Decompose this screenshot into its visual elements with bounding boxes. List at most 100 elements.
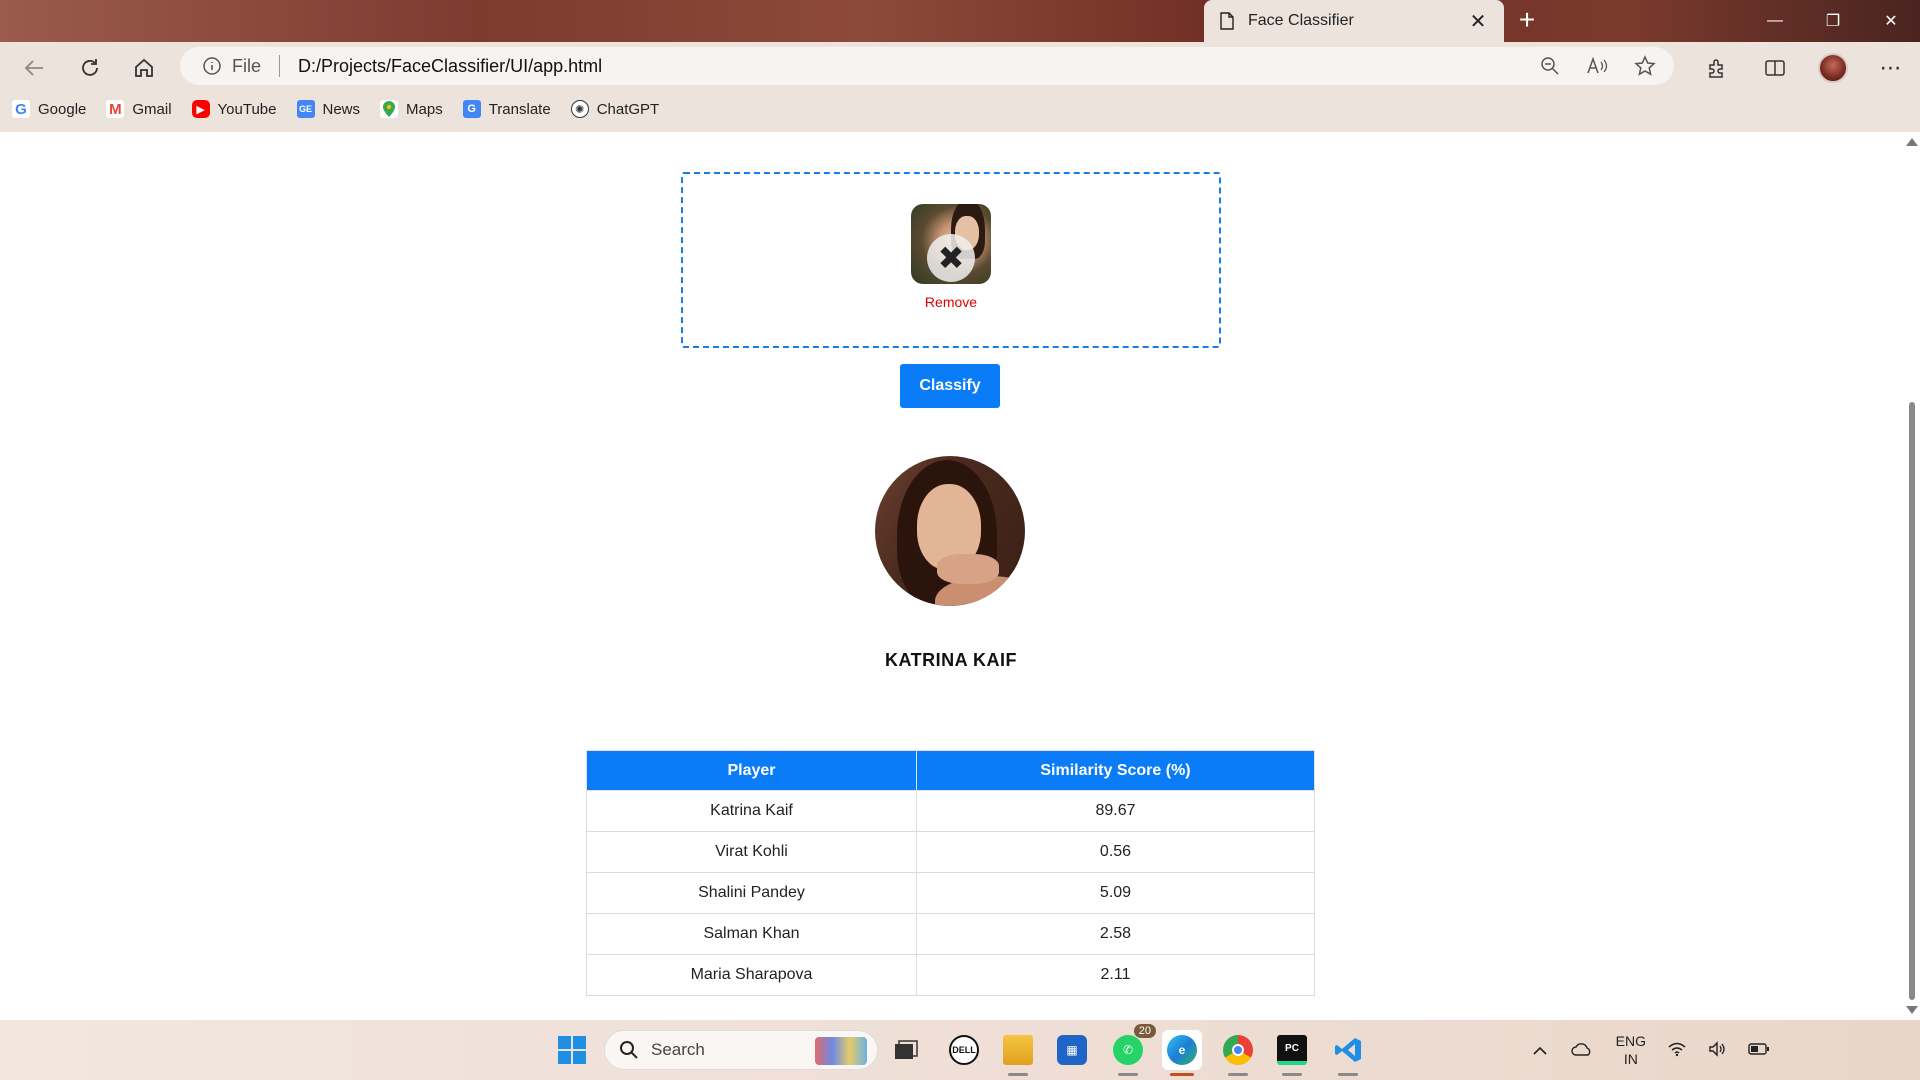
score-cell: 0.56 [916, 831, 1315, 873]
tab-face-classifier[interactable]: Face Classifier ✕ [1204, 0, 1504, 42]
column-header-player: Player [586, 750, 917, 791]
taskbar-search[interactable]: Search [604, 1030, 878, 1070]
browser-toolbar: File D:/Projects/FaceClassifier/UI/app.h… [0, 42, 1920, 132]
active-indicator [1170, 1073, 1194, 1076]
bookmark-label: Translate [488, 100, 551, 118]
bookmark-google[interactable]: G Google [12, 100, 86, 118]
close-window-icon[interactable]: ✕ [1862, 0, 1920, 42]
microsoft-store-icon[interactable]: ▦ [1052, 1030, 1092, 1070]
classify-button[interactable]: Classify [900, 364, 1000, 408]
bookmark-label: YouTube [217, 100, 277, 118]
news-icon: GE [296, 100, 315, 118]
refresh-icon[interactable] [72, 50, 108, 86]
battery-icon[interactable] [1748, 1042, 1770, 1058]
site-info[interactable]: File [202, 56, 261, 77]
result-photo [875, 456, 1025, 606]
close-tab-icon[interactable]: ✕ [1466, 9, 1490, 34]
title-bar: Face Classifier ✕ + — ❐ ✕ [0, 0, 1920, 42]
player-cell: Maria Sharapova [586, 954, 917, 996]
home-icon[interactable] [126, 50, 162, 86]
chatgpt-icon: ✺ [570, 100, 589, 118]
bookmark-maps[interactable]: Maps [380, 100, 443, 118]
running-indicator [1118, 1073, 1138, 1076]
running-indicator [1338, 1073, 1358, 1076]
file-explorer-icon[interactable] [998, 1030, 1038, 1076]
wifi-icon[interactable] [1668, 1041, 1686, 1060]
scroll-thumb[interactable] [1909, 402, 1915, 1000]
edge-icon[interactable]: e [1162, 1030, 1202, 1076]
zoom-out-icon[interactable] [1540, 56, 1560, 76]
table-row: Shalini Pandey 5.09 [586, 872, 1315, 914]
language-indicator[interactable]: ENG IN [1616, 1032, 1646, 1068]
scroll-down-icon[interactable] [1906, 1006, 1918, 1014]
bookmark-gmail[interactable]: M Gmail [106, 100, 172, 118]
table-row: Katrina Kaif 89.67 [586, 790, 1315, 832]
maps-icon [380, 100, 399, 118]
bookmark-chatgpt[interactable]: ✺ ChatGPT [570, 100, 659, 118]
read-aloud-icon[interactable] [1586, 56, 1608, 76]
result-name: KATRINA KAIF [885, 650, 1017, 670]
extensions-icon[interactable] [1688, 57, 1746, 79]
split-screen-icon[interactable] [1746, 57, 1804, 79]
score-cell: 2.11 [916, 954, 1315, 996]
score-cell: 89.67 [916, 790, 1315, 832]
youtube-icon: ▶ [191, 100, 210, 118]
vertical-scrollbar[interactable] [1902, 132, 1920, 1020]
chrome-icon[interactable] [1218, 1030, 1258, 1076]
column-header-score: Similarity Score (%) [916, 750, 1315, 791]
favorite-star-icon[interactable] [1634, 55, 1656, 77]
score-cell: 5.09 [916, 872, 1315, 914]
player-cell: Katrina Kaif [586, 790, 917, 832]
onedrive-icon[interactable] [1570, 1041, 1594, 1060]
vscode-icon[interactable] [1328, 1030, 1368, 1076]
pycharm-icon[interactable]: PC [1272, 1030, 1312, 1076]
address-url: D:/Projects/FaceClassifier/UI/app.html [298, 55, 603, 76]
windows-logo-icon [558, 1036, 586, 1064]
region-code: IN [1623, 1051, 1638, 1067]
table-row: Salman Khan 2.58 [586, 913, 1315, 955]
search-icon [620, 1041, 638, 1059]
bookmark-label: Gmail [132, 100, 172, 118]
volume-icon[interactable] [1708, 1040, 1726, 1060]
running-indicator [1282, 1073, 1302, 1076]
running-indicator [1008, 1073, 1028, 1076]
task-view-icon[interactable] [886, 1030, 926, 1070]
page-viewport: ✖ Remove Classify KATRINA KAIF Player Si… [0, 132, 1902, 1020]
bookmark-translate[interactable]: G Translate [462, 100, 551, 118]
more-menu-icon[interactable]: ⋯ [1862, 55, 1920, 81]
bookmark-news[interactable]: GE News [296, 100, 360, 118]
scroll-up-icon[interactable] [1906, 138, 1918, 146]
running-indicator [1228, 1073, 1248, 1076]
show-hidden-icons-icon[interactable] [1532, 1042, 1548, 1058]
start-button[interactable] [552, 1030, 592, 1070]
info-icon [203, 57, 221, 75]
score-cell: 2.58 [916, 913, 1315, 955]
toolbar-right: ⋯ [1688, 50, 1920, 86]
remove-link[interactable]: Remove [683, 294, 1219, 310]
address-bar[interactable]: File D:/Projects/FaceClassifier/UI/app.h… [180, 47, 1674, 85]
photo-hand [937, 554, 999, 584]
player-cell: Salman Khan [586, 913, 917, 955]
dell-icon[interactable]: DELL [944, 1030, 984, 1070]
bookmark-youtube[interactable]: ▶ YouTube [191, 100, 277, 118]
profile-button[interactable] [1804, 53, 1862, 83]
notification-badge: 20 [1133, 1024, 1156, 1038]
new-tab-button[interactable]: + [1512, 6, 1542, 36]
language-code: ENG [1615, 1033, 1646, 1049]
restore-icon[interactable]: ❐ [1804, 0, 1862, 42]
bookmarks-bar: G Google M Gmail ▶ YouTube GE News Maps … [12, 94, 659, 124]
search-placeholder: Search [651, 1040, 705, 1059]
page-icon [1218, 10, 1236, 32]
image-dropzone[interactable]: ✖ Remove [681, 172, 1221, 348]
search-highlight-art [815, 1037, 867, 1065]
back-icon[interactable] [16, 50, 52, 86]
avatar [1818, 53, 1848, 83]
similarity-table: Player Similarity Score (%) Katrina Kaif… [586, 750, 1315, 996]
google-icon: G [12, 100, 30, 118]
bookmark-label: Maps [406, 100, 443, 118]
remove-image-icon[interactable]: ✖ [927, 234, 975, 282]
gmail-icon: M [106, 100, 125, 118]
minimize-icon[interactable]: — [1746, 0, 1804, 42]
whatsapp-icon[interactable]: ✆ 20 [1108, 1024, 1156, 1076]
player-cell: Virat Kohli [586, 831, 917, 873]
